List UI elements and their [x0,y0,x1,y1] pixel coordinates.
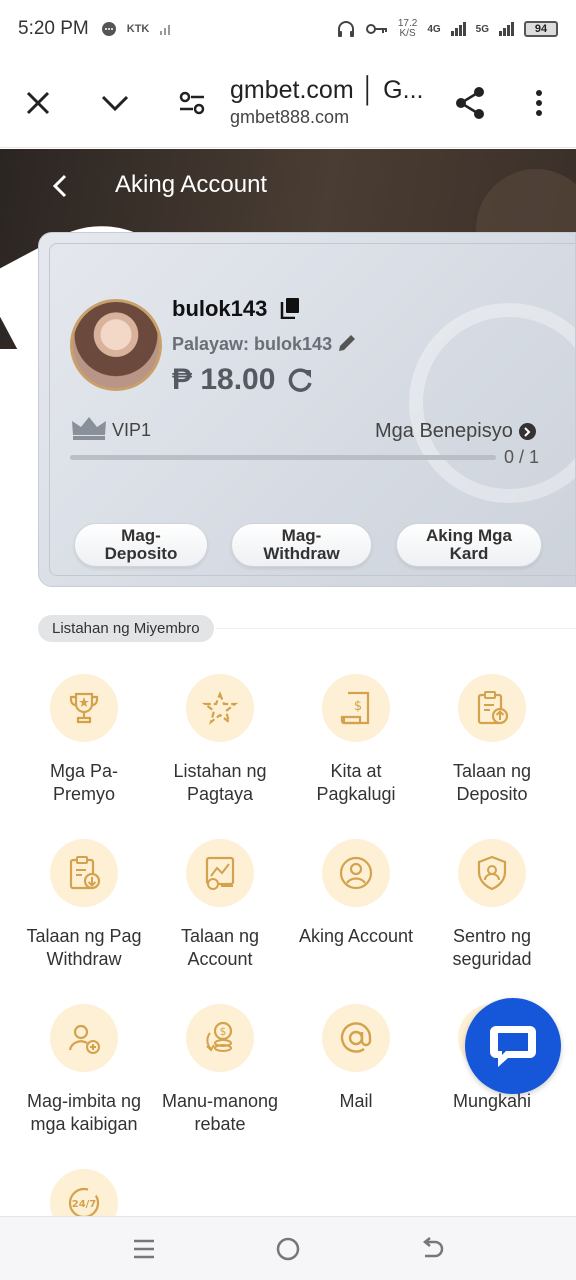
balance-amount: ₱ 18.00 [172,363,276,396]
avatar[interactable] [70,299,162,391]
browser-toolbar: gmbet.com │ G... gmbet888.com [0,58,576,148]
share-icon[interactable] [451,84,489,122]
withdraw-button[interactable]: Mag- Withdraw [231,523,372,567]
url-bar[interactable]: gmbet.com │ G... gmbet888.com [230,76,423,128]
clipboard-upload-icon [458,674,526,742]
headphones-icon [337,21,354,37]
vip-progress-count: 0 / 1 [504,447,540,467]
carrier-label: KTK [126,23,150,35]
menu-item-withdraw-records[interactable]: Talaan ng Pag Withdraw [16,825,152,971]
menu-item-manual-rebate[interactable]: $ Manu-manong rebate [152,990,288,1136]
chat-bubble-icon [490,1026,536,1067]
deposit-button[interactable]: Mag- Deposito [74,523,208,567]
section-label: Listahan ng Miyembro [38,615,214,642]
edit-pencil-icon[interactable] [337,333,357,358]
more-menu-icon[interactable] [520,84,558,122]
menu-item-bet-history[interactable]: Listahan ng Pagtaya [152,660,288,806]
back-arrow-icon[interactable] [46,171,76,201]
refresh-icon[interactable] [286,366,314,399]
network-type-2: 5G [475,23,489,35]
my-cards-button[interactable]: Aking Mga Kard [396,523,542,567]
page-title: Aking Account [115,171,268,198]
menu-item-mail[interactable]: Mail [288,990,424,1113]
vip-progress-bar [70,455,496,460]
signal-icon [450,22,466,36]
menu-item-account-records[interactable]: Talaan ng Account [152,825,288,971]
close-icon[interactable] [19,84,57,122]
trophy-icon [50,674,118,742]
svg-text:$: $ [220,1025,227,1038]
system-nav-bar [0,1216,576,1280]
copy-icon[interactable] [280,297,300,324]
net-speed: 17.2 K/S [397,18,418,39]
no-signal-icon [160,25,171,35]
home-icon[interactable] [272,1233,304,1265]
back-icon[interactable] [416,1233,448,1265]
status-bar: 5:20 PM KTK 17.2 K/S 4G 5G 94 [0,0,576,58]
crown-icon [70,415,108,446]
message-icon [101,22,116,36]
at-sign-icon [322,1004,390,1072]
star-sparkle-icon [186,674,254,742]
benefits-link[interactable]: Mga Benepisyo [375,420,536,443]
vip-level: VIP1 [112,420,152,440]
recent-apps-icon[interactable] [128,1233,160,1265]
menu-item-profit-loss[interactable]: $ Kita at Pagkalugi [288,660,424,806]
svg-text:$: $ [354,699,362,714]
page-tab-title: gmbet.com │ G... [230,76,424,104]
menu-item-invite-friends[interactable]: Mag-imbita ng mga kaibigan [16,990,152,1136]
chevron-down-icon[interactable] [96,84,134,122]
receipt-dollar-icon: $ [322,674,390,742]
user-circle-icon [322,839,390,907]
chevron-right-icon [518,423,536,440]
account-ledger-icon [186,839,254,907]
account-header: Aking Account bulok143 Palayaw: bulok143… [0,149,576,619]
page-url: gmbet888.com [230,107,350,127]
signal-icon-2 [499,22,514,36]
coins-rebate-icon: $ [186,1004,254,1072]
menu-item-my-account[interactable]: Aking Account [288,825,424,948]
svg-text:24/7: 24/7 [72,1199,97,1210]
menu-item-rewards[interactable]: Mga Pa- Premyo [16,660,152,806]
nickname: Palayaw: bulok143 [172,334,333,354]
battery-icon: 94 [524,21,558,37]
menu-item-security-center[interactable]: Sentro ng seguridad [424,825,560,971]
live-chat-button[interactable] [465,998,561,1094]
menu-item-deposit-records[interactable]: Talaan ng Deposito [424,660,560,806]
site-settings-icon[interactable] [173,84,211,122]
status-time: 5:20 PM [18,18,89,39]
clipboard-download-icon [50,839,118,907]
profile-card: bulok143 Palayaw: bulok143 ₱ 18.00 VIP1 … [38,232,576,587]
network-type-1: 4G [427,23,441,35]
shield-user-icon [458,839,526,907]
invite-user-icon [50,1004,118,1072]
username: bulok143 [172,296,268,321]
key-icon [365,24,387,34]
